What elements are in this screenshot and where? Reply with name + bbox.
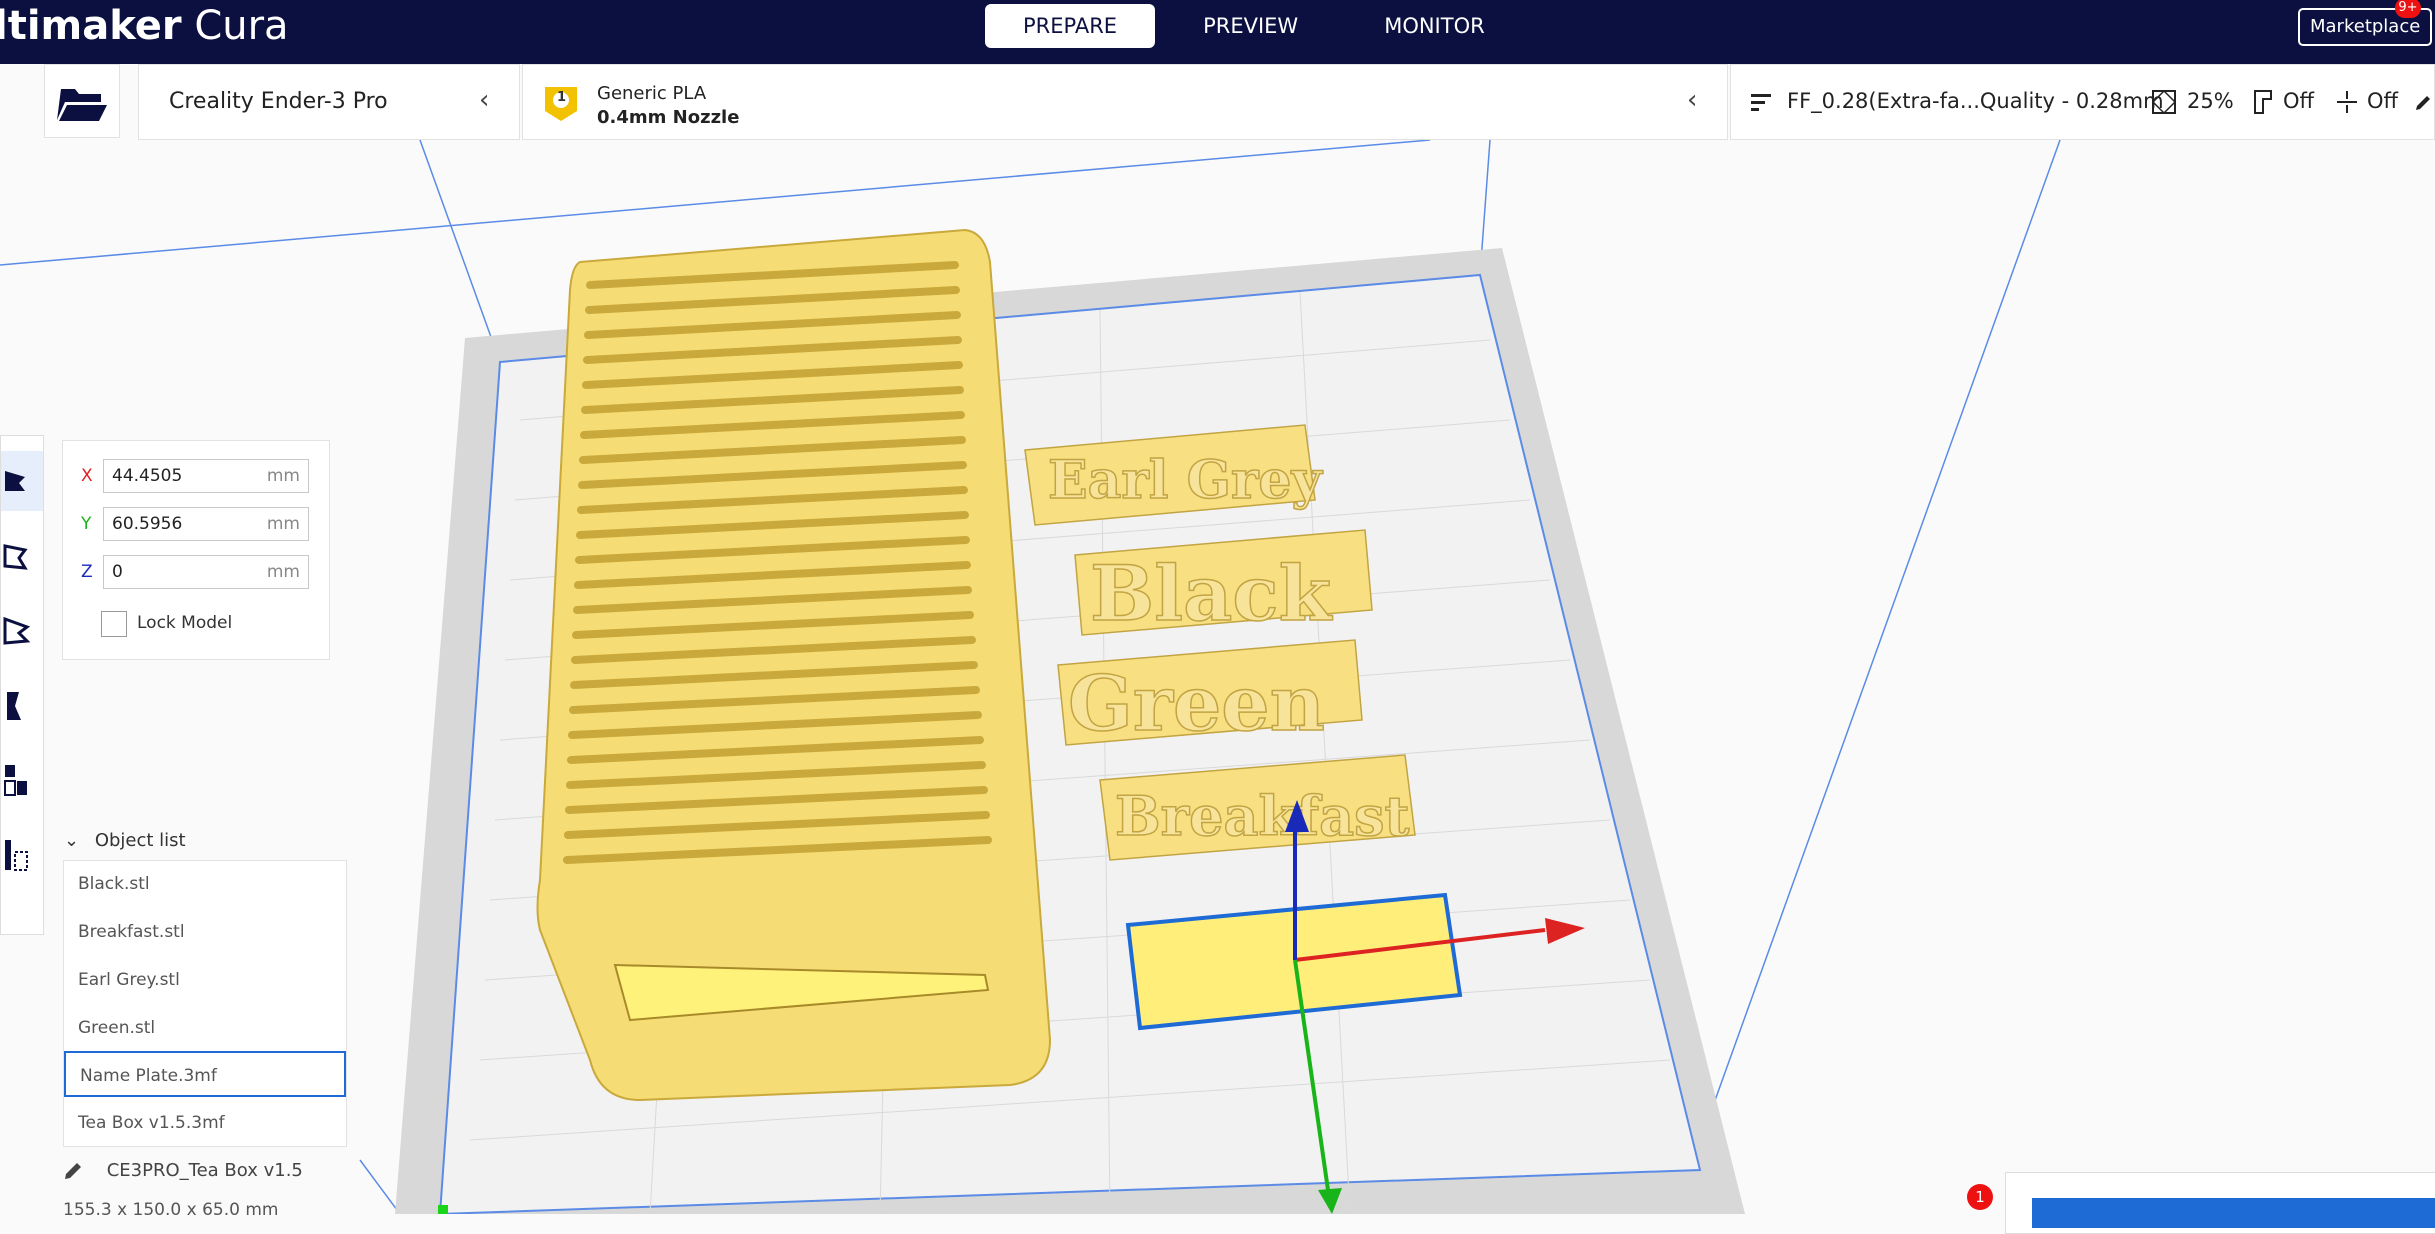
origin-marker	[438, 1205, 448, 1214]
chevron-left-icon: ‹	[1687, 85, 1698, 115]
x-value: 44.4505	[112, 466, 183, 486]
lock-model-checkbox[interactable]	[101, 611, 127, 637]
profile-icon	[1751, 94, 1771, 111]
list-item[interactable]: Black.stl	[64, 861, 346, 907]
z-axis-label: Z	[81, 562, 93, 582]
tool-bar	[0, 435, 44, 935]
extruder-number: 1	[557, 90, 567, 105]
profile-name: FF_0.28(Extra-fa...Quality - 0.28mm	[1787, 89, 2164, 113]
y-value: 60.5956	[112, 514, 183, 534]
y-position-field[interactable]: 60.5956 mm	[103, 507, 309, 541]
marketplace-badge: 9+	[2395, 0, 2421, 18]
tab-prepare[interactable]: PREPARE	[985, 4, 1156, 48]
tea-box-model	[536, 228, 1052, 1102]
edit-icon[interactable]	[2413, 93, 2433, 113]
material-name: Generic PLA	[597, 83, 707, 104]
app-title-suffix: Cura	[194, 3, 289, 49]
folder-open-icon	[57, 89, 107, 121]
x-axis-label: X	[81, 466, 93, 486]
mirror-tool[interactable]	[1, 676, 43, 736]
z-unit: mm	[266, 562, 300, 582]
plate-label-breakfast: Breakfast	[1115, 784, 1409, 848]
support-blocker-tool[interactable]	[1, 826, 43, 886]
adhesion-icon	[2337, 91, 2357, 113]
object-list-title: Object list	[94, 830, 186, 851]
tab-monitor[interactable]: MONITOR	[1346, 4, 1523, 48]
top-bar: ltimaker Cura PREPARE PREVIEW MONITOR Ma…	[0, 0, 2435, 64]
tab-preview[interactable]: PREVIEW	[1165, 4, 1336, 48]
plate-label-black: Black	[1090, 549, 1333, 638]
pencil-icon	[65, 1163, 81, 1179]
move-tool-icon	[5, 471, 25, 491]
material-selector[interactable]: 1 Generic PLA 0.4mm Nozzle ‹	[522, 64, 1728, 140]
nozzle-size: 0.4mm Nozzle	[597, 107, 740, 128]
stage-tabs: PREPARE PREVIEW MONITOR	[985, 4, 1533, 48]
viewport-3d[interactable]: Earl Grey Black Green Breakfast	[0, 64, 2435, 1214]
per-model-settings-icon	[4, 765, 27, 796]
print-settings-selector[interactable]: FF_0.28(Extra-fa...Quality - 0.28mm 25% …	[1730, 64, 2435, 140]
app-logo: ltimaker Cura	[0, 0, 289, 52]
adhesion-value: Off	[2367, 89, 2398, 113]
support-blocker-icon	[5, 840, 28, 871]
list-item[interactable]: Breakfast.stl	[64, 909, 346, 955]
printer-name: Creality Ender-3 Pro	[169, 89, 388, 114]
object-list-header[interactable]: ⌄ Object list	[64, 830, 186, 851]
z-position-field[interactable]: 0 mm	[103, 555, 309, 589]
rotate-tool-icon	[3, 616, 31, 645]
list-item[interactable]: Green.stl	[64, 1005, 346, 1051]
chevron-down-icon: ⌄	[64, 830, 80, 851]
move-tool-panel: X 44.4505 mm Y 60.5956 mm Z 0 mm Lock Mo…	[62, 440, 330, 660]
chevron-left-icon: ‹	[479, 85, 490, 115]
rotate-tool[interactable]	[1, 601, 43, 661]
x-position-field[interactable]: 44.4505 mm	[103, 459, 309, 493]
open-file-button[interactable]	[44, 64, 120, 138]
list-item[interactable]: Tea Box v1.5.3mf	[64, 1100, 346, 1146]
y-axis-label: Y	[81, 514, 92, 534]
infill-icon	[2151, 89, 2177, 115]
move-tool[interactable]	[1, 451, 43, 511]
support-value: Off	[2283, 89, 2314, 113]
scale-tool-icon	[3, 544, 28, 570]
object-list: Black.stl Breakfast.stl Earl Grey.stl Gr…	[63, 860, 347, 1147]
support-icon	[2254, 90, 2272, 114]
lock-model-label: Lock Model	[137, 613, 233, 633]
mirror-tool-icon	[7, 692, 21, 720]
list-item-selected[interactable]: Name Plate.3mf	[64, 1051, 346, 1097]
z-value: 0	[112, 562, 123, 582]
per-model-settings-tool[interactable]	[1, 751, 43, 811]
app-title-prefix: ltimaker	[0, 3, 182, 49]
y-unit: mm	[266, 514, 300, 534]
x-unit: mm	[266, 466, 300, 486]
list-item[interactable]: Earl Grey.stl	[64, 957, 346, 1003]
notification-badge[interactable]: 1	[1967, 1184, 1993, 1210]
infill-value: 25%	[2187, 89, 2234, 113]
model-dimensions: 155.3 x 150.0 x 65.0 mm	[63, 1200, 279, 1220]
project-name-text: CE3PRO_Tea Box v1.5	[106, 1160, 303, 1181]
scale-tool[interactable]	[1, 526, 43, 586]
plate-label-earl-grey: Earl Grey	[1048, 450, 1323, 511]
printer-selector[interactable]: Creality Ender-3 Pro ‹	[138, 64, 520, 140]
project-name[interactable]: CE3PRO_Tea Box v1.5	[63, 1160, 303, 1181]
plate-label-green: Green	[1068, 659, 1325, 748]
slice-button[interactable]	[2032, 1198, 2435, 1228]
